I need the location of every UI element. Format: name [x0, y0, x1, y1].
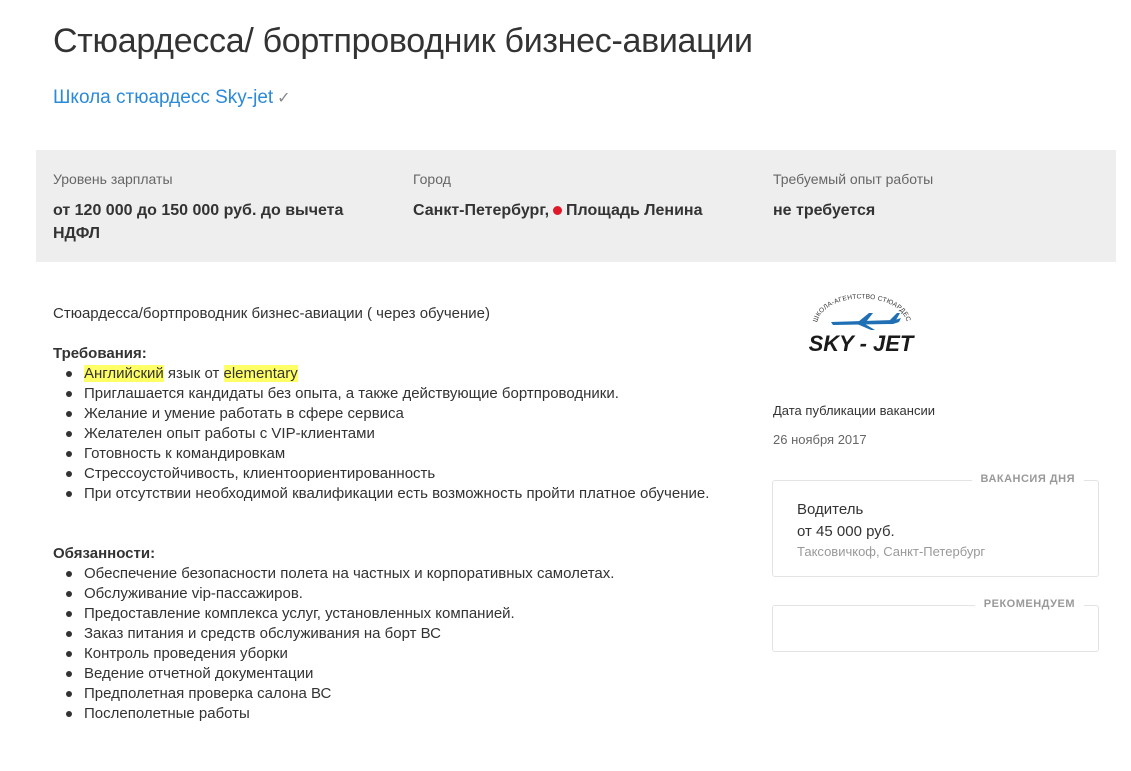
requirement-item: Английский язык от elementary: [53, 364, 713, 384]
metro-icon: [553, 205, 563, 215]
recommended-badge: РЕКОМЕНДУЕМ: [974, 598, 1084, 610]
description-lead: Стюардесса/бортпроводник бизнес-авиации …: [53, 305, 490, 322]
check-icon: ✓: [277, 90, 291, 107]
highlight-elementary: elementary: [223, 365, 298, 382]
salary-block: Уровень зарплаты от 120 000 до 150 000 р…: [53, 171, 383, 245]
vacancy-of-day-salary: от 45 000 руб.: [797, 523, 895, 540]
requirements-title: Требования:: [53, 345, 147, 362]
duty-item: Контроль проведения уборки: [53, 644, 713, 664]
vacancy-info-panel: Уровень зарплаты от 120 000 до 150 000 р…: [36, 150, 1116, 262]
recommended-card: РЕКОМЕНДУЕМ: [772, 598, 1099, 652]
vacancy-of-day-card[interactable]: ВАКАНСИЯ ДНЯ Водитель от 45 000 руб. Так…: [772, 473, 1099, 577]
city-label: Город: [413, 171, 451, 187]
requirement-item: Готовность к командировкам: [53, 444, 713, 464]
duties-list: Обеспечение безопасности полета на частн…: [53, 564, 713, 724]
duty-item: Ведение отчетной документации: [53, 664, 713, 684]
requirement-item: Стрессоустойчивость, клиентоориентирован…: [53, 464, 713, 484]
company-name: Школа стюардесс Sky-jet: [53, 87, 274, 108]
duty-item: Заказ питания и средств обслуживания на …: [53, 624, 713, 644]
salary-value: от 120 000 до 150 000 руб. до вычета НДФ…: [53, 202, 344, 242]
requirement-item: Желателен опыт работы с VIP-клиентами: [53, 424, 713, 444]
duties-title: Обязанности:: [53, 545, 156, 562]
requirement-item: Желание и умение работать в сфере сервис…: [53, 404, 713, 424]
requirements-list: Английский язык от elementary Приглашает…: [53, 364, 713, 504]
company-link[interactable]: Школа стюардесс Sky-jet ✓: [53, 87, 291, 109]
city-block: Город Санкт-Петербург, Площадь Ленина: [413, 171, 753, 222]
highlight-english: Английский: [84, 365, 164, 382]
requirement-text: язык от: [163, 365, 224, 382]
city-value: Санкт-Петербург, Площадь Ленина: [413, 199, 753, 222]
company-logo[interactable]: ШКОЛА-АГЕНТСТВО СТЮАРДЕСС SKY - JET: [801, 289, 915, 360]
duty-item: Обслуживание vip-пассажиров.: [53, 584, 713, 604]
logo-main-text: SKY - JET: [809, 331, 915, 356]
metro-station: Площадь Ленина: [566, 202, 703, 219]
vacancy-description: Стюардесса/бортпроводник бизнес-авиации …: [53, 304, 713, 724]
vacancy-of-day-company: Таксовичкоф, Санкт-Петербург: [797, 544, 986, 559]
experience-block: Требуемый опыт работы не требуется: [773, 171, 1103, 222]
publication-date-label: Дата публикации вакансии: [773, 403, 935, 418]
publication-date: 26 ноября 2017: [773, 432, 867, 447]
sky-jet-logo-image: ШКОЛА-АГЕНТСТВО СТЮАРДЕСС SKY - JET: [801, 289, 915, 356]
airplane-icon: [831, 313, 901, 330]
duty-item: Послеполетные работы: [53, 704, 713, 724]
duty-item: Предоставление комплекса услуг, установл…: [53, 604, 713, 624]
requirement-item: Приглашается кандидаты без опыта, а такж…: [53, 384, 713, 404]
requirement-item: При отсутствии необходимой квалификации …: [53, 484, 713, 504]
duty-item: Предполетная проверка салона ВС: [53, 684, 713, 704]
duty-item: Обеспечение безопасности полета на частн…: [53, 564, 713, 584]
experience-label: Требуемый опыт работы: [773, 171, 934, 187]
city-name: Санкт-Петербург,: [413, 202, 550, 219]
vacancy-of-day-badge: ВАКАНСИЯ ДНЯ: [971, 473, 1084, 485]
vacancy-title: Стюардесса/ бортпроводник бизнес-авиации: [53, 22, 753, 60]
salary-label: Уровень зарплаты: [53, 171, 173, 187]
experience-value: не требуется: [773, 202, 876, 219]
vacancy-of-day-title[interactable]: Водитель: [797, 501, 863, 518]
